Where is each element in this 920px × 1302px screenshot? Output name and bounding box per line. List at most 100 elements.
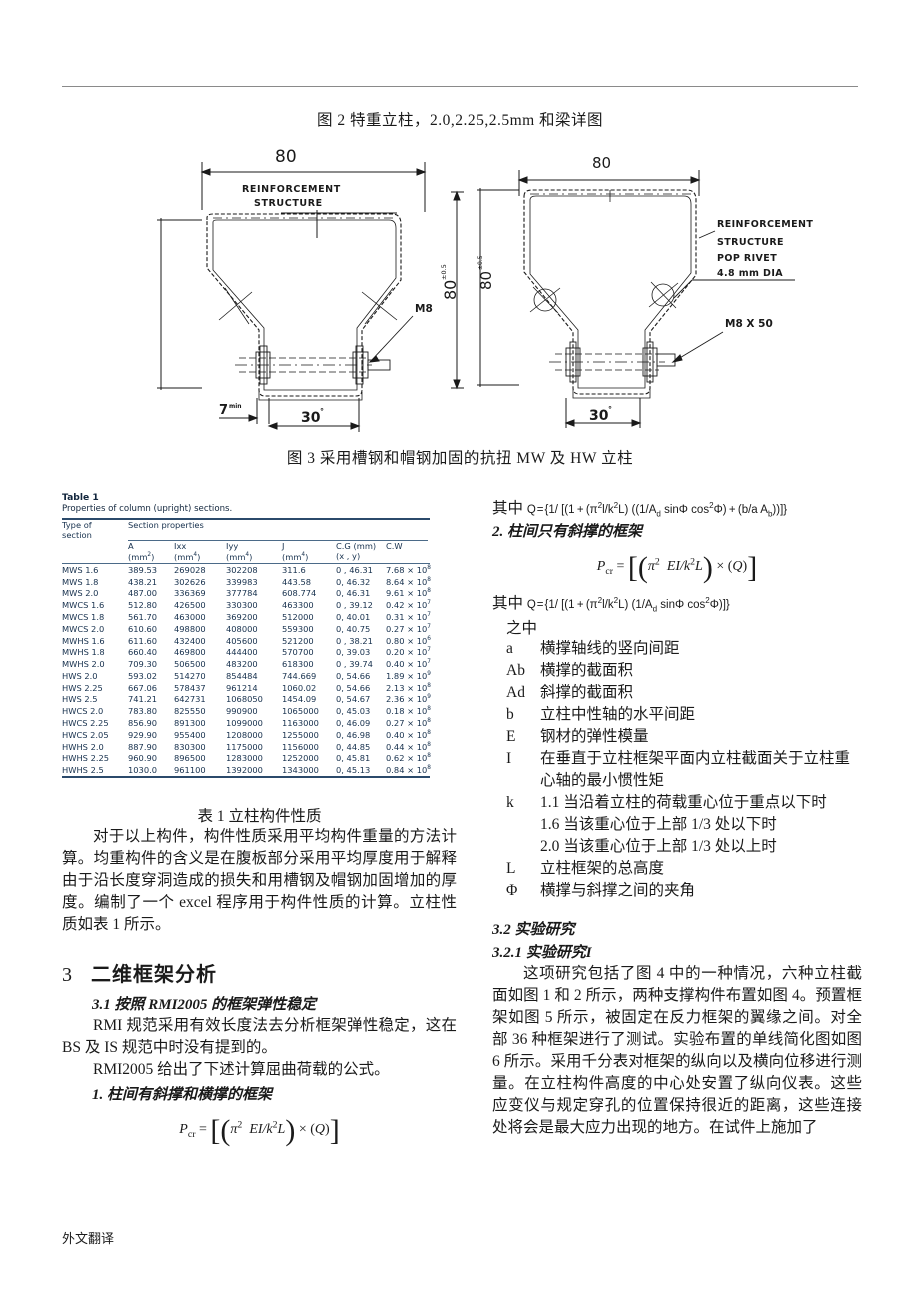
cell-ixx: 642731 xyxy=(174,694,206,705)
header-type-of-section: Type of section xyxy=(62,520,92,541)
table-row: HWCS 2.25 856.90 891300 1099000 1163000 0, 46… xyxy=(62,717,431,729)
cell-type: MWHS 2.0 xyxy=(62,659,105,670)
cell-iyy: 330300 xyxy=(226,600,258,611)
cell-cw: 0.40 × 108 xyxy=(386,729,431,740)
definition-row: b 立柱中性轴的水平间距 xyxy=(492,704,862,726)
q-formula-2: Q = {1/ [(1 + (π2l/k2L) (1/Ad sinΦ cos2Φ… xyxy=(526,596,730,614)
definition-symbol: Ab xyxy=(506,661,525,679)
right-column: 其中 Q = {1/ [(1 + (π2l/k2L) ((1/Ad sinΦ c… xyxy=(492,492,862,1139)
paragraph-rmi-effective-length: RMI 规范采用有效长度法去分析框架弹性稳定，这在 BS 及 IS 规范中时没有… xyxy=(62,1016,457,1056)
cell-cw: 0.20 × 107 xyxy=(386,647,431,658)
cell-cw: 2.36 × 109 xyxy=(386,694,431,705)
table-row: MWHS 1.6 611.60 432400 405600 521200 0 , 38.2… xyxy=(62,635,431,647)
cell-type: MWCS 2.0 xyxy=(62,623,105,634)
cell-a: 741.21 xyxy=(128,694,158,705)
dim-width-top: 80 xyxy=(592,154,611,172)
definition-symbol: I xyxy=(506,749,512,767)
definitions-intro: 之中 xyxy=(506,619,538,637)
cell-a: 1030.0 xyxy=(128,765,158,776)
cell-j: 311.6 xyxy=(282,564,306,575)
dim-height-right-tol: ±0.5 xyxy=(440,264,448,280)
definition-row: 1.6 当该重心位于上部 1/3 处以下时 xyxy=(492,814,862,836)
table-label: Table 1 xyxy=(62,492,99,503)
cell-cg: 0, 45.03 xyxy=(336,706,371,717)
table-row: HWS 2.5 741.21 642731 1068050 1454.09 0, 54.6… xyxy=(62,694,431,706)
cell-a: 611.60 xyxy=(128,635,158,646)
cell-a: 856.90 xyxy=(128,718,158,729)
definition-description: 2.0 当该重心位于上部 1/3 处以上时 xyxy=(540,837,777,855)
list-item-1: 1. 柱间有斜撑和横撑的框架 xyxy=(92,1086,273,1103)
cell-iyy: 1283000 xyxy=(226,753,263,764)
figure-2-caption: 图 2 特重立柱，2.0,2.25,2.5mm 和梁详图 xyxy=(316,112,604,129)
cell-j: 1163000 xyxy=(282,718,319,729)
definition-row: Φ 横撑与斜撑之间的夹角 xyxy=(492,880,862,902)
column-properties-table: Type of section Section properties A (mm2… xyxy=(62,520,431,776)
table-row: HWCS 2.05 929.90 955400 1208000 1255000 0, 46… xyxy=(62,729,431,741)
cell-ixx: 498800 xyxy=(174,623,206,634)
cell-iyy: 961214 xyxy=(226,682,258,693)
symbol-definitions-list: a 横撑轴线的竖向间距 Ab 横撑的截面积 Ad 斜撑的截面积 b 立柱中性轴的水平间距 E 钢材… xyxy=(492,638,862,902)
definition-row: k 1.1 当沿着立柱的荷载重心位于重点以下时 xyxy=(492,792,862,814)
cell-ixx: 432400 xyxy=(174,635,206,646)
cell-cg: 0, 46.09 xyxy=(336,718,371,729)
dim-height-left: 80 xyxy=(477,271,495,290)
cell-j: 1252000 xyxy=(282,753,319,764)
table-row: MWS 2.0 487.00 336369 377784 608.774 0, 46.31… xyxy=(62,588,431,600)
cell-type: HWCS 2.25 xyxy=(62,718,109,729)
table-header-group-row: Type of section Section properties xyxy=(62,520,430,540)
cell-type: HWCS 2.05 xyxy=(62,729,109,740)
cell-j: 1156000 xyxy=(282,741,319,752)
document-page: 图 2 特重立柱，2.0,2.25,2.5mm 和梁详图 80 REINFORC… xyxy=(0,0,920,1302)
definition-row: Ab 横撑的截面积 xyxy=(492,660,862,682)
cell-ixx: 961100 xyxy=(174,765,206,776)
definition-symbol: Ad xyxy=(506,683,525,701)
cell-iyy: 444400 xyxy=(226,647,258,658)
definition-symbol: L xyxy=(506,859,516,877)
table-rule-bottom xyxy=(62,776,430,778)
cell-j: 512000 xyxy=(282,612,314,622)
cell-iyy: 339983 xyxy=(226,576,258,587)
definition-row: E 钢材的弹性模量 xyxy=(492,726,862,748)
definition-description: 在垂直于立柱框架平面内立柱截面关于立柱重心轴的最小惯性矩 xyxy=(540,749,851,789)
cell-ixx: 578437 xyxy=(174,682,206,693)
cell-cw: 0.40 × 107 xyxy=(386,659,431,670)
cell-j: 1060.02 xyxy=(282,682,317,693)
cell-cg: 0, 40.01 xyxy=(336,612,371,622)
table-1-caption: 表 1 立柱构件性质 xyxy=(197,807,322,825)
definition-symbol: E xyxy=(506,727,516,745)
cell-cg: 0 , 39.74 xyxy=(336,659,373,670)
table-row: HWCS 2.0 783.80 825550 990900 1065000 0, 45.0… xyxy=(62,705,431,717)
cell-ixx: 302626 xyxy=(174,576,206,587)
rivet-dia-label: 4.8 mm DIA xyxy=(717,268,783,279)
table-row: MWCS 2.0 610.60 498800 408000 559300 0, 40.75… xyxy=(62,623,431,635)
cell-a: 660.40 xyxy=(128,647,158,658)
cell-cg: 0, 54.66 xyxy=(336,682,371,693)
q-definition-1: 其中 Q = {1/ [(1 + (π2l/k2L) ((1/Ad sinΦ c… xyxy=(492,500,788,519)
cell-iyy: 1208000 xyxy=(226,729,263,740)
dim-height-right: 80 xyxy=(441,280,460,300)
cell-type: MWS 1.6 xyxy=(62,564,99,575)
table-row: MWCS 1.6 512.80 426500 330300 463300 0 , 39.1… xyxy=(62,599,431,611)
cell-cg: 0, 46.31 xyxy=(336,588,371,599)
cell-a: 512.80 xyxy=(128,600,158,611)
cell-ixx: 955400 xyxy=(174,729,206,740)
cell-ixx: 506500 xyxy=(174,659,206,670)
cell-cw: 0.80 × 106 xyxy=(386,635,431,646)
cell-a: 438.21 xyxy=(128,576,158,587)
cell-type: HWS 2.0 xyxy=(62,670,98,681)
definition-description: 斜撑的截面积 xyxy=(540,683,634,701)
cell-type: HWHS 2.25 xyxy=(62,753,110,764)
q-definition-2: 其中 Q = {1/ [(1 + (π2l/k2L) (1/Ad sinΦ co… xyxy=(492,595,730,614)
table-row: HWHS 2.25 960.90 896500 1283000 1252000 0, 45… xyxy=(62,752,431,764)
cell-cw: 0.18 × 108 xyxy=(386,706,431,717)
subsection-heading-3-1: 3.1 按照 RMI2005 的框架弹性稳定 xyxy=(92,996,317,1013)
table-row: MWS 1.6 389.53 269028 302208 311.6 0 , 46.31 7… xyxy=(62,564,431,576)
definition-symbol: a xyxy=(506,639,513,657)
left-column: Table 1 Properties of column (upright) s… xyxy=(62,492,457,1154)
dim-30: 30 xyxy=(301,410,321,426)
cell-j: 1255000 xyxy=(282,729,319,740)
cell-cw: 0.27 × 108 xyxy=(386,718,431,729)
list-item-2: 2. 柱间只有斜撑的框架 xyxy=(492,524,643,541)
definition-row: L 立柱框架的总高度 xyxy=(492,858,862,880)
cell-cw: 8.64 × 108 xyxy=(386,576,431,587)
